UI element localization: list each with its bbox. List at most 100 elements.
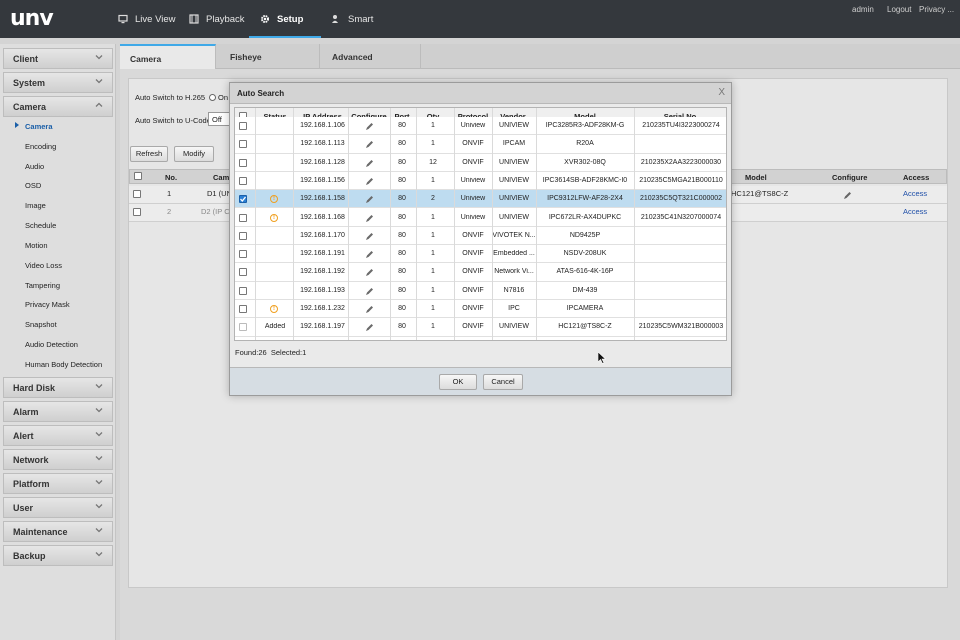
row-model: DM-439 <box>572 286 598 294</box>
result-row[interactable]: Added 192.168.1.197 80 1 ONVIF UNIVIEW HC121@T… <box>235 318 726 337</box>
row-checkbox[interactable] <box>239 140 247 149</box>
row-checkbox[interactable] <box>239 231 247 240</box>
configure-pencil-icon[interactable] <box>365 122 374 131</box>
sidebar-section-alert[interactable]: Alert <box>3 425 113 446</box>
configure-pencil-icon[interactable] <box>365 232 374 241</box>
row-checkbox[interactable] <box>239 158 247 167</box>
user-name[interactable]: admin <box>852 5 874 14</box>
sidebar-section-hard-disk[interactable]: Hard Disk <box>3 377 113 398</box>
ucode-select[interactable]: Off <box>208 112 230 126</box>
close-icon[interactable]: X <box>718 87 725 98</box>
row-port: 80 <box>398 140 406 148</box>
sidebar-item-osd[interactable]: OSD <box>25 181 41 190</box>
sidebar-section-client[interactable]: Client <box>3 48 113 69</box>
sidebar-item-camera[interactable]: Camera <box>25 122 53 131</box>
sidebar-item-image[interactable]: Image <box>25 201 46 210</box>
result-row[interactable]: 192.168.1.156 80 1 Uniview UNIVIEW IPC3614SB-… <box>235 171 726 191</box>
row-checkbox[interactable] <box>239 323 247 332</box>
found-count: Found:26 <box>235 348 267 357</box>
configure-pencil-icon[interactable] <box>365 177 374 186</box>
row-checkbox[interactable] <box>239 268 247 277</box>
row-access-link[interactable]: Access <box>903 207 927 216</box>
sidebar-section-camera[interactable]: Camera <box>3 96 113 117</box>
tab-advanced[interactable]: Advanced <box>320 44 421 69</box>
sidebar-item-snapshot[interactable]: Snapshot <box>25 320 57 329</box>
row-protocol: ONVIF <box>462 231 484 239</box>
row-checkbox[interactable] <box>133 208 141 216</box>
result-row[interactable]: 192.168.1.192 80 1 ONVIF Network Vi... ATAS-6… <box>235 263 726 282</box>
sidebar-item-privacy-mask[interactable]: Privacy Mask <box>25 300 70 309</box>
nav-active-indicator <box>249 36 321 38</box>
configure-pencil-icon[interactable] <box>365 159 374 168</box>
result-row[interactable]: ! 192.168.1.232 80 1 ONVIF IPC IPCAMERA <box>235 300 726 319</box>
sidebar-section-user[interactable]: User <box>3 497 113 518</box>
configure-pencil-icon[interactable] <box>365 268 374 277</box>
row-checkbox[interactable] <box>239 286 247 295</box>
row-qty: 1 <box>431 268 435 276</box>
logout-link[interactable]: Logout <box>887 5 911 14</box>
configure-pencil-icon[interactable] <box>365 287 374 296</box>
configure-pencil-icon[interactable] <box>365 195 374 204</box>
modify-button[interactable]: Modify <box>174 146 214 162</box>
row-ip: 192.168.1.192 <box>300 268 345 276</box>
row-checkbox[interactable] <box>239 122 247 130</box>
cancel-button[interactable]: Cancel <box>483 374 523 390</box>
row-access-link[interactable]: Access <box>903 189 927 198</box>
result-row[interactable]: ! 192.168.1.158 80 2 Uniview UNIVIEW IPC9312LF… <box>235 190 726 209</box>
column-divider <box>348 108 349 340</box>
result-row[interactable]: 192.168.1.191 80 1 ONVIF Embedded ... NSDV-20… <box>235 245 726 264</box>
result-row[interactable]: 192.168.1.128 80 12 ONVIF UNIVIEW XVR302-08Q 2… <box>235 153 726 172</box>
configure-pencil-icon[interactable] <box>365 140 374 149</box>
sidebar-section-system[interactable]: System <box>3 72 113 93</box>
sidebar-item-schedule[interactable]: Schedule <box>25 221 56 230</box>
row-checkbox[interactable] <box>239 176 247 185</box>
result-row[interactable]: 192.168.1.193 80 1 ONVIF N7816 DM-439 <box>235 281 726 300</box>
ok-button[interactable]: OK <box>439 374 477 390</box>
row-serial: 210235TU4I3223000274 <box>642 122 720 129</box>
row-ip: 192.168.1.106 <box>300 122 345 129</box>
sidebar-section-alarm[interactable]: Alarm <box>3 401 113 422</box>
refresh-button[interactable]: Refresh <box>130 146 168 162</box>
sidebar-section-maintenance[interactable]: Maintenance <box>3 521 113 542</box>
row-checkbox[interactable] <box>239 305 247 313</box>
configure-pencil-icon[interactable] <box>365 250 374 259</box>
nav-smart[interactable]: Smart <box>331 12 373 26</box>
sidebar-item-tampering[interactable]: Tampering <box>25 281 60 290</box>
configure-pencil-icon[interactable] <box>365 305 374 314</box>
row-checkbox[interactable] <box>239 250 247 259</box>
nav-setup[interactable]: Setup <box>260 12 303 26</box>
nav-live-view[interactable]: Live View <box>118 12 176 26</box>
result-row[interactable]: 192.168.1.170 80 1 ONVIF VIVOTEK N... ND9425P <box>235 226 726 246</box>
tab-camera[interactable]: Camera <box>120 44 216 69</box>
person-icon <box>331 14 341 24</box>
row-checkbox-checked[interactable] <box>239 195 247 204</box>
sidebar-item-audio[interactable]: Audio <box>25 162 44 171</box>
result-row[interactable]: ! 192.168.1.168 80 1 Uniview UNIVIEW IPC672LR-… <box>235 208 726 227</box>
row-qty: 1 <box>431 213 435 221</box>
row-checkbox[interactable] <box>239 213 247 222</box>
h265-label: Auto Switch to H.265 <box>135 93 206 102</box>
sidebar-item-motion[interactable]: Motion <box>25 241 48 250</box>
sidebar-section-network[interactable]: Network <box>3 449 113 470</box>
tab-fisheye[interactable]: Fisheye <box>216 44 320 69</box>
sidebar-item-video-loss[interactable]: Video Loss <box>25 261 62 270</box>
privacy-link[interactable]: Privacy ... <box>919 5 954 14</box>
nav-playback[interactable]: Playback <box>189 12 245 26</box>
row-ip: 192.168.1.170 <box>300 231 345 239</box>
sidebar-item-human-body-detection[interactable]: Human Body Detection <box>25 360 102 369</box>
sidebar-item-audio-detection[interactable]: Audio Detection <box>25 340 78 349</box>
col-configure: Configure <box>832 173 868 182</box>
configure-pencil-icon[interactable] <box>365 323 374 332</box>
sidebar-section-backup[interactable]: Backup <box>3 545 113 566</box>
result-row[interactable]: 192.168.1.113 80 1 ONVIF IPCAM R20A <box>235 135 726 154</box>
result-row[interactable]: 192.168.1.106 80 1 Uniview UNIVIEW IPC3285R3-… <box>235 117 726 136</box>
nav-label-playback: Playback <box>206 13 245 25</box>
h265-on-radio[interactable] <box>209 94 216 101</box>
edit-pencil-icon[interactable] <box>843 191 852 200</box>
configure-pencil-icon[interactable] <box>365 214 374 223</box>
select-all-checkbox[interactable] <box>134 172 142 180</box>
sidebar-section-platform[interactable]: Platform <box>3 473 113 494</box>
sidebar-item-encoding[interactable]: Encoding <box>25 142 56 151</box>
row-model: HC121@TS8C-Z <box>731 189 789 198</box>
row-checkbox[interactable] <box>133 190 141 198</box>
